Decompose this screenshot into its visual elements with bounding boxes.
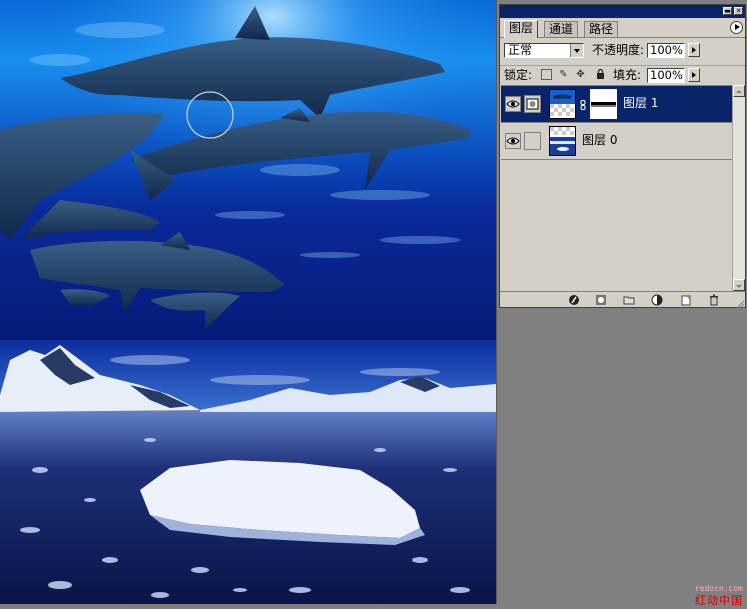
- adjustment-layer-icon[interactable]: [651, 294, 663, 306]
- chevron-down-icon[interactable]: [570, 44, 583, 57]
- panel-titlebar[interactable]: ▬ ✕: [500, 5, 745, 18]
- minimize-icon[interactable]: ▬: [723, 7, 732, 15]
- blend-row: 正常 不透明度: 100%: [500, 42, 745, 60]
- layer-0-name[interactable]: 图层 0: [582, 133, 617, 148]
- scroll-down-icon[interactable]: [733, 279, 745, 291]
- panel-menu-icon[interactable]: [730, 21, 743, 34]
- layer-style-icon[interactable]: [568, 294, 580, 306]
- fill-label: 填充:: [613, 68, 642, 82]
- tab-channels[interactable]: 通道: [544, 21, 579, 37]
- lock-all-icon[interactable]: [595, 68, 606, 80]
- visibility-eye-icon[interactable]: [505, 96, 521, 112]
- layer-1-name[interactable]: 图层 1: [623, 96, 658, 111]
- delete-layer-icon[interactable]: [708, 294, 720, 306]
- layer-row-0[interactable]: 图层 0: [501, 123, 732, 160]
- new-layer-icon[interactable]: [680, 294, 692, 306]
- tab-layers[interactable]: 图层: [504, 20, 539, 38]
- close-icon[interactable]: ✕: [734, 7, 743, 15]
- layer-row-1[interactable]: 图层 1: [501, 86, 732, 123]
- panel-tabs: 图层 通道 路径: [500, 18, 745, 38]
- blend-mode-value: 正常: [508, 43, 533, 57]
- lock-position-icon[interactable]: ✥: [575, 69, 586, 80]
- layers-panel: ▬ ✕ 图层 通道 路径 正常 不透明度: 100% 锁定: ✎ ✥ 填充: 1…: [499, 4, 746, 309]
- layers-scrollbar[interactable]: [732, 85, 745, 291]
- lock-pixels-icon[interactable]: ✎: [558, 69, 569, 80]
- document-canvas[interactable]: [0, 0, 497, 604]
- chain-link-icon[interactable]: [580, 99, 586, 110]
- lock-label: 锁定:: [504, 68, 533, 82]
- layer-0-thumbnail: [549, 126, 576, 156]
- watermark-name: 红动中国: [695, 594, 743, 607]
- resize-grip-icon[interactable]: [735, 298, 745, 309]
- opacity-input[interactable]: 100%: [647, 43, 685, 58]
- tab-paths[interactable]: 路径: [584, 21, 619, 37]
- fill-input[interactable]: 100%: [647, 68, 685, 83]
- blend-mode-select[interactable]: 正常: [504, 43, 584, 58]
- lock-row: 锁定: ✎ ✥ 填充: 100%: [500, 65, 745, 84]
- layers-list: 图层 1 图层 0: [501, 85, 732, 292]
- canvas-image: [0, 0, 496, 604]
- layer-link-cell[interactable]: [524, 132, 541, 150]
- fill-slider-button[interactable]: [688, 68, 700, 82]
- new-group-icon[interactable]: [623, 294, 635, 306]
- layer-1-thumbnail: [549, 89, 576, 119]
- visibility-eye-icon[interactable]: [505, 133, 521, 149]
- panel-bottom-toolbar: [500, 291, 745, 309]
- opacity-slider-button[interactable]: [688, 43, 700, 57]
- watermark-url: redocn.com: [694, 584, 743, 593]
- opacity-label: 不透明度:: [592, 43, 645, 57]
- add-mask-icon[interactable]: [595, 294, 607, 306]
- layer-mask-edit-icon[interactable]: [524, 95, 541, 113]
- layer-mask-thumbnail[interactable]: [590, 89, 617, 119]
- lock-transparency-icon[interactable]: [541, 69, 552, 80]
- watermark: redocn.com 红动中国: [695, 584, 743, 607]
- scroll-up-icon[interactable]: [733, 85, 745, 97]
